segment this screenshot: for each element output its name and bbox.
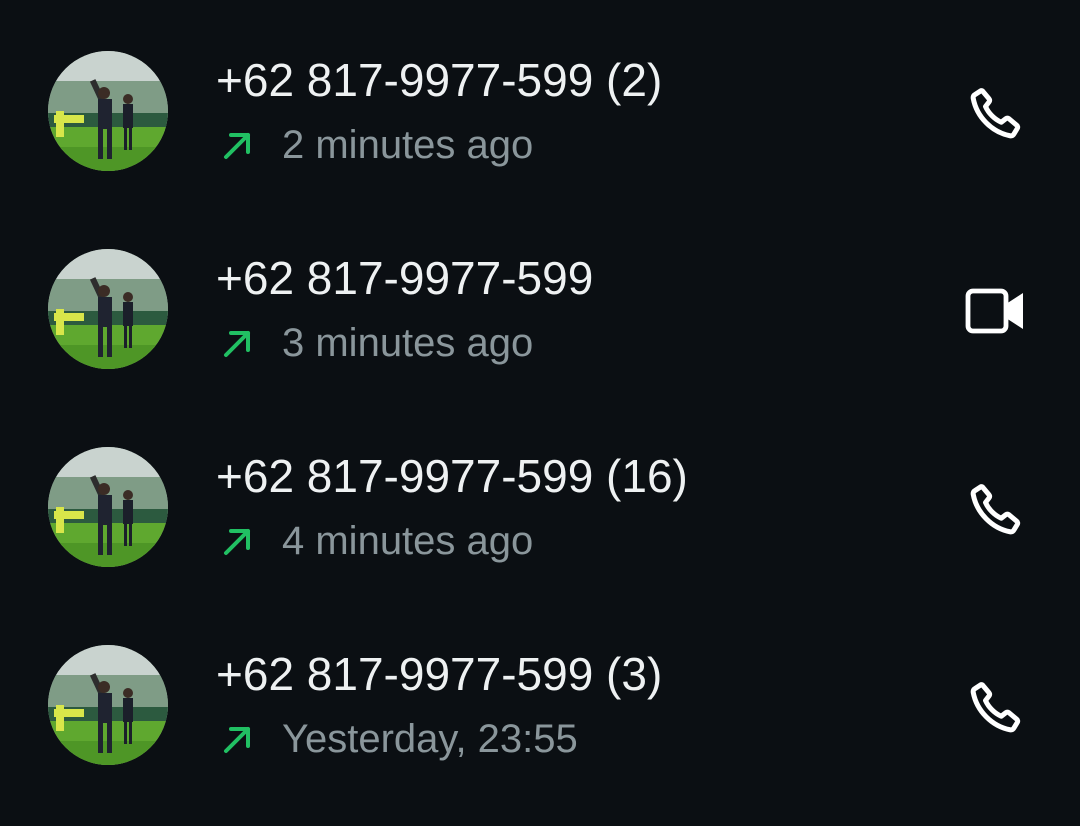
outgoing-arrow-icon — [224, 727, 250, 753]
contact-avatar[interactable] — [48, 249, 168, 369]
call-log-row[interactable]: +62 817-9977-599 (3) Yesterday, 23:55 — [0, 605, 1080, 803]
contact-avatar[interactable] — [48, 51, 168, 171]
outgoing-arrow-icon — [224, 529, 250, 555]
outgoing-arrow-icon — [224, 133, 250, 159]
contact-name: +62 817-9977-599 (2) — [216, 54, 663, 106]
contact-name: +62 817-9977-599 (16) — [216, 450, 688, 502]
voice-call-button[interactable] — [958, 669, 1034, 745]
phone-icon — [970, 682, 1021, 733]
call-time: 4 minutes ago — [282, 519, 534, 563]
call-meta: 2 minutes ago — [220, 121, 533, 169]
contact-name: +62 817-9977-599 — [216, 252, 594, 304]
contact-avatar[interactable] — [48, 645, 168, 765]
phone-icon — [970, 88, 1021, 139]
contact-avatar[interactable] — [48, 447, 168, 567]
call-time: 2 minutes ago — [282, 123, 534, 167]
video-call-button[interactable] — [958, 273, 1034, 349]
call-log-row[interactable]: +62 817-9977-599 (2) 2 minutes ago — [0, 11, 1080, 209]
call-time: Yesterday, 23:55 — [282, 717, 578, 761]
call-meta: 3 minutes ago — [220, 319, 533, 367]
voice-call-button[interactable] — [958, 75, 1034, 151]
video-camera-icon — [965, 288, 1023, 334]
call-log-row[interactable]: +62 817-9977-599 (16) 4 minutes ago — [0, 407, 1080, 605]
call-meta: 4 minutes ago — [220, 517, 533, 565]
phone-icon — [970, 484, 1021, 535]
voice-call-button[interactable] — [958, 471, 1034, 547]
outgoing-arrow-icon — [224, 331, 250, 357]
call-time: 3 minutes ago — [282, 321, 534, 365]
call-log-row[interactable]: +62 817-9977-599 3 minutes ago — [0, 209, 1080, 407]
call-log-list: +62 817-9977-599 (2) 2 minutes ago +62 8… — [0, 0, 1080, 826]
contact-name: +62 817-9977-599 (3) — [216, 648, 663, 700]
call-meta: Yesterday, 23:55 — [220, 715, 578, 763]
